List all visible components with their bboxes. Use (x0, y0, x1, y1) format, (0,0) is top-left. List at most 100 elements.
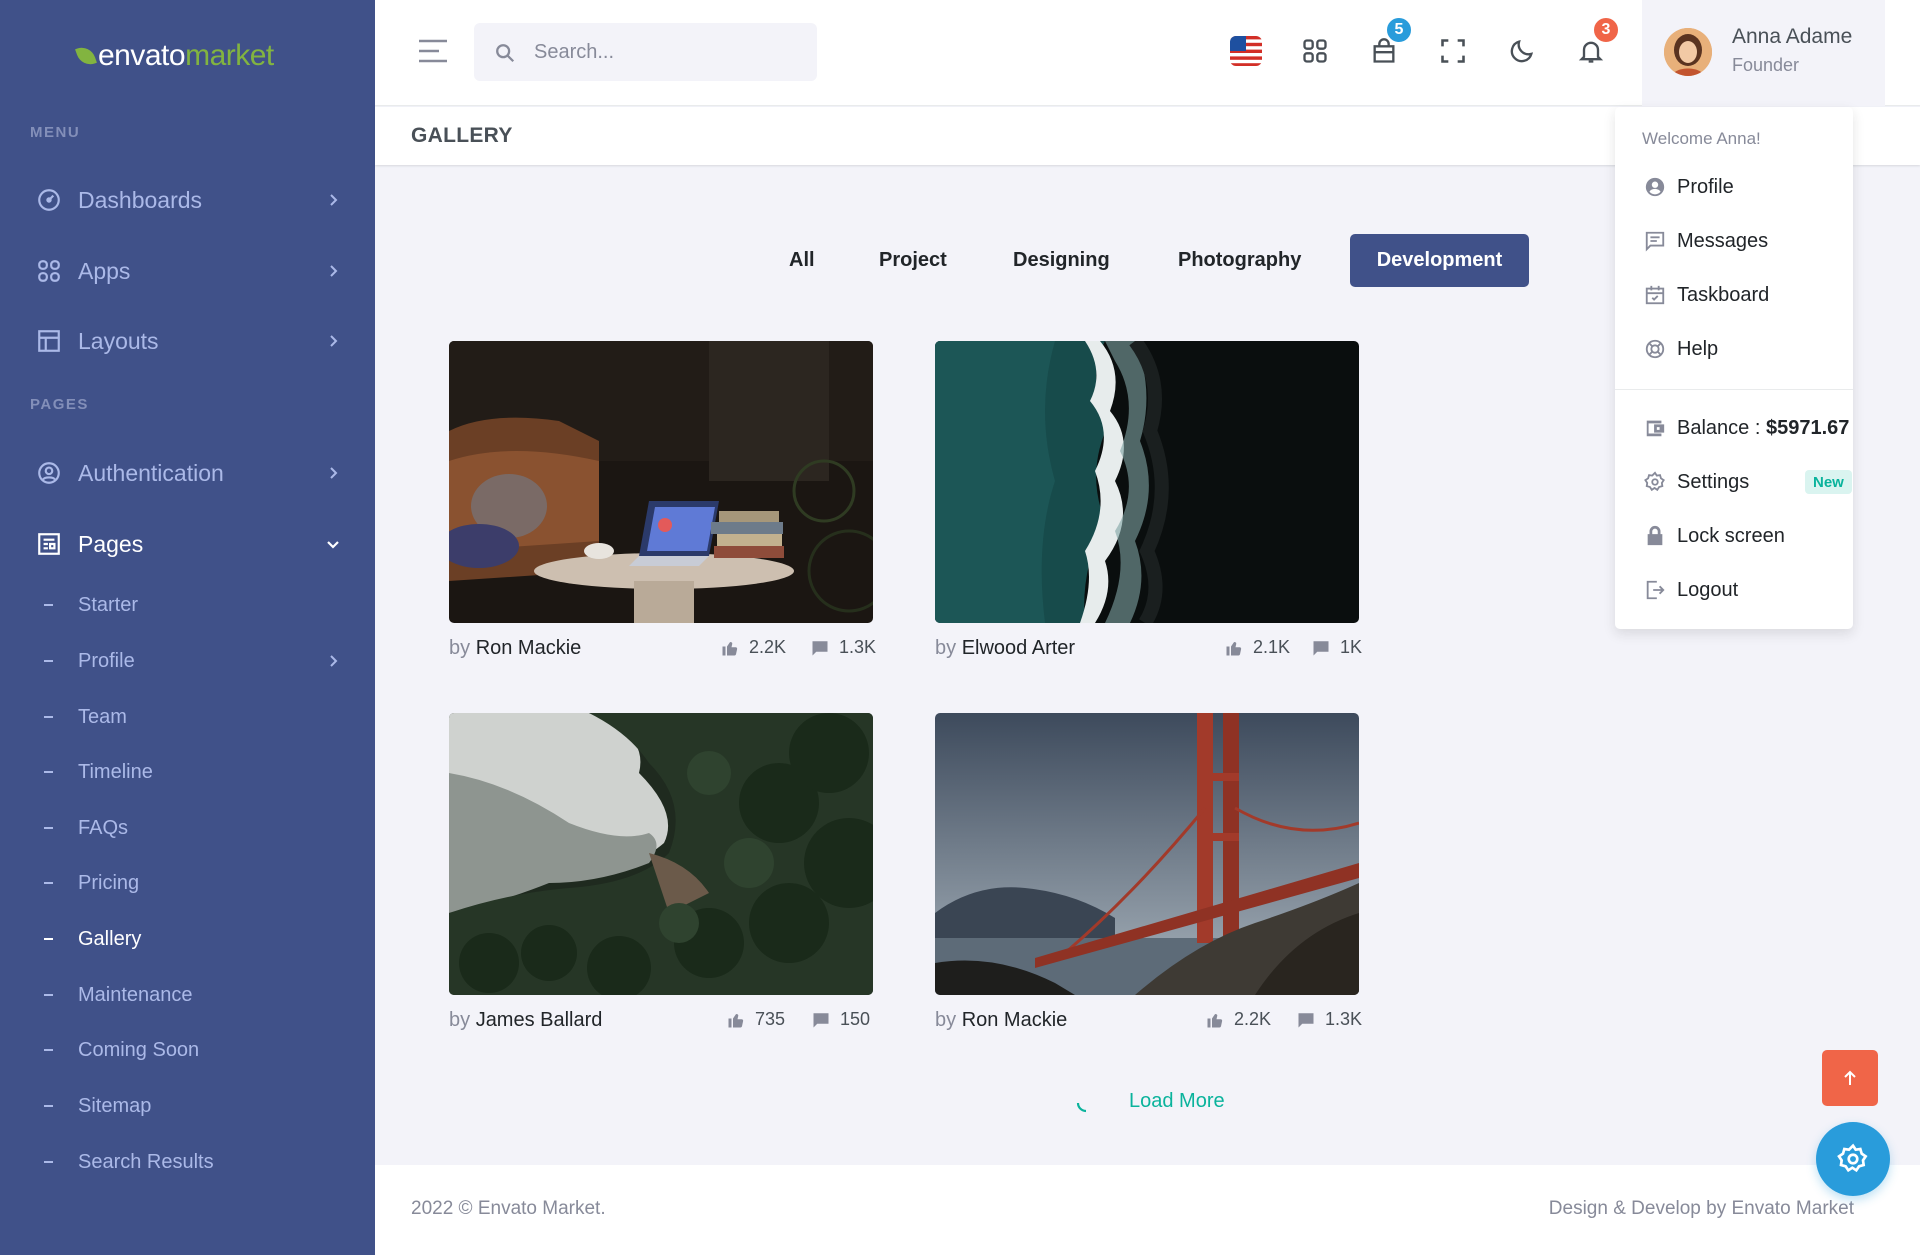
filter-all[interactable]: All (767, 234, 837, 287)
filter-designing[interactable]: Designing (991, 234, 1132, 287)
dash-marker (44, 994, 53, 996)
apps-grid-icon (1303, 39, 1327, 63)
brand-word-1: envato (98, 39, 186, 72)
gallery-image-bridge[interactable] (935, 713, 1359, 995)
dropdown-item-messages[interactable]: Messages (1615, 219, 1853, 263)
new-badge: New (1805, 470, 1852, 494)
subitem-label: Search Results (78, 1150, 214, 1173)
dropdown-item-settings[interactable]: Settings New (1615, 460, 1853, 504)
dropdown-item-profile[interactable]: Profile (1615, 165, 1853, 209)
sidebar-subitem-starter[interactable]: Starter (0, 585, 375, 625)
subitem-label: FAQs (78, 816, 129, 839)
chevron-right-icon (330, 467, 338, 479)
apps-button[interactable] (1292, 28, 1338, 74)
moon-icon (1510, 39, 1534, 63)
gallery-image-forest-coast[interactable] (449, 713, 873, 995)
gallery-card[interactable]: by James Ballard 735 150 (449, 713, 873, 1043)
filter-photography[interactable]: Photography (1156, 234, 1323, 287)
comments-count[interactable]: 1.3K (811, 637, 876, 658)
gallery-card[interactable]: by Ron Mackie 2.2K 1.3K (935, 713, 1362, 1043)
filter-label: Development (1376, 249, 1503, 271)
notifications-button[interactable]: 3 (1568, 16, 1620, 74)
likes-count[interactable]: 2.1K (1225, 637, 1290, 658)
gear-icon (1837, 1143, 1868, 1173)
sidebar-item-dashboards[interactable]: Dashboards (0, 173, 375, 227)
thumb-up-icon (728, 1013, 744, 1028)
subitem-label: Profile (78, 649, 135, 672)
lifebuoy-icon (1645, 339, 1665, 359)
dropdown-item-label: Taskboard (1677, 283, 1770, 306)
sidebar-subitem-team[interactable]: Team (0, 697, 375, 737)
sidebar-subitem-sitemap[interactable]: Sitemap (0, 1086, 375, 1126)
sidebar-item-authentication[interactable]: Authentication (0, 446, 375, 500)
author-name[interactable]: Ron Mackie (476, 637, 582, 659)
pages-section-title: PAGES (30, 396, 89, 413)
author-line: by Ron Mackie (449, 637, 581, 660)
dark-mode-toggle[interactable] (1499, 28, 1545, 74)
dropdown-item-logout[interactable]: Logout (1615, 568, 1853, 612)
search-input[interactable] (534, 23, 804, 81)
sidebar-subitem-coming-soon[interactable]: Coming Soon (0, 1030, 375, 1070)
subitem-label: Sitemap (78, 1094, 152, 1117)
comments-count[interactable]: 1K (1312, 637, 1362, 658)
sidebar-subitem-profile[interactable]: Profile (0, 641, 375, 681)
thumb-up-icon (1226, 641, 1242, 656)
layout-icon (38, 330, 60, 352)
dropdown-item-label: Messages (1677, 229, 1769, 252)
sidebar-subitem-faqs[interactable]: FAQs (0, 808, 375, 848)
comments-value: 1.3K (1325, 1009, 1363, 1029)
user-menu-toggle[interactable]: Anna Adame Founder (1642, 0, 1885, 106)
by-label: by (449, 1009, 471, 1031)
sidebar-item-pages[interactable]: Pages (0, 517, 375, 571)
user-dropdown-menu: Welcome Anna! Profile Messages Taskboard… (1615, 107, 1853, 629)
dash-marker (44, 938, 53, 940)
sidebar-subitem-maintenance[interactable]: Maintenance (0, 975, 375, 1015)
filter-development[interactable]: Development (1350, 234, 1529, 287)
likes-count[interactable]: 2.2K (721, 637, 786, 658)
dropdown-item-balance[interactable]: Balance : $5971.67 (1615, 406, 1853, 450)
filter-project[interactable]: Project (857, 234, 969, 287)
likes-count[interactable]: 2.2K (1206, 1009, 1271, 1030)
page-title: GALLERY (411, 124, 513, 147)
brand-logo[interactable]: envato market (75, 36, 274, 76)
load-more-button[interactable]: Load More (1075, 1090, 1225, 1113)
author-name[interactable]: Ron Mackie (962, 1009, 1068, 1031)
gallery-card-meta: by Ron Mackie 2.2K 1.3K (935, 1003, 1362, 1043)
gallery-card[interactable]: by Ron Mackie 2.2K 1.3K (449, 341, 876, 671)
gallery-image-laptop[interactable] (449, 341, 873, 623)
sidebar-item-apps[interactable]: Apps (0, 244, 375, 298)
likes-value: 2.1K (1253, 637, 1291, 657)
sidebar-subitem-search-results[interactable]: Search Results (0, 1142, 375, 1182)
comments-count[interactable]: 1.3K (1297, 1009, 1362, 1030)
gallery-card[interactable]: by Elwood Arter 2.1K 1K (935, 341, 1362, 671)
language-selector[interactable] (1223, 28, 1269, 74)
filter-label: All (789, 249, 815, 271)
author-line: by James Ballard (449, 1009, 602, 1032)
dash-marker (44, 1049, 53, 1051)
gallery-image-ocean[interactable] (935, 341, 1359, 623)
comments-count[interactable]: 150 (812, 1009, 870, 1030)
sidebar-subitem-pricing[interactable]: Pricing (0, 863, 375, 903)
dropdown-item-lock-screen[interactable]: Lock screen (1615, 514, 1853, 558)
likes-count[interactable]: 735 (727, 1009, 785, 1030)
author-name[interactable]: Elwood Arter (962, 637, 1075, 659)
sidebar-item-layouts[interactable]: Layouts (0, 314, 375, 368)
hamburger-menu-icon[interactable] (418, 38, 448, 64)
dropdown-item-help[interactable]: Help (1615, 327, 1853, 371)
cart-button[interactable]: 5 (1361, 16, 1413, 74)
arrow-up-icon (1844, 1070, 1856, 1085)
dash-marker (44, 827, 53, 829)
customizer-settings-button[interactable] (1816, 1122, 1890, 1196)
lock-icon (1647, 525, 1663, 546)
sidebar-subitem-timeline[interactable]: Timeline (0, 752, 375, 792)
sidebar-item-label: Layouts (78, 327, 159, 354)
author-name[interactable]: James Ballard (476, 1009, 603, 1031)
balance-line: Balance : $5971.67 (1677, 417, 1849, 440)
back-to-top-button[interactable] (1822, 1050, 1878, 1106)
sidebar-subitem-gallery[interactable]: Gallery (0, 919, 375, 959)
avatar (1664, 28, 1712, 76)
chevron-down-icon (327, 541, 339, 549)
dropdown-item-taskboard[interactable]: Taskboard (1615, 273, 1853, 317)
cart-count-badge: 5 (1385, 16, 1413, 44)
fullscreen-button[interactable] (1430, 28, 1476, 74)
